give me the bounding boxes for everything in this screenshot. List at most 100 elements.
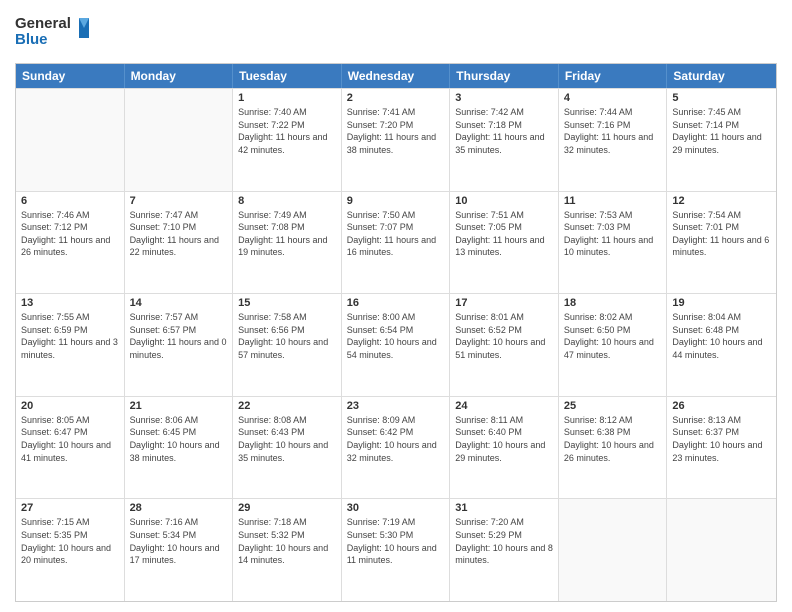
calendar-cell — [667, 499, 776, 601]
page: General Blue SundayMondayTuesdayWednesda… — [0, 0, 792, 612]
day-info: Sunrise: 8:11 AM Sunset: 6:40 PM Dayligh… — [455, 414, 553, 464]
calendar-cell: 20Sunrise: 8:05 AM Sunset: 6:47 PM Dayli… — [16, 397, 125, 499]
day-info: Sunrise: 8:12 AM Sunset: 6:38 PM Dayligh… — [564, 414, 662, 464]
calendar-cell: 19Sunrise: 8:04 AM Sunset: 6:48 PM Dayli… — [667, 294, 776, 396]
calendar-cell: 30 Sunrise: 7:19 AM Sunset: 5:30 PM Dayli… — [342, 499, 451, 601]
weekday-header: Wednesday — [342, 64, 451, 88]
day-number: 10 — [455, 195, 553, 207]
day-number: 7 — [130, 195, 228, 207]
header: General Blue — [15, 10, 777, 55]
calendar-cell: 26Sunrise: 8:13 AM Sunset: 6:37 PM Dayli… — [667, 397, 776, 499]
calendar-cell: 6Sunrise: 7:46 AM Sunset: 7:12 PM Daylig… — [16, 192, 125, 294]
calendar-row: 6Sunrise: 7:46 AM Sunset: 7:12 PM Daylig… — [16, 191, 776, 294]
day-info: Sunrise: 8:06 AM Sunset: 6:45 PM Dayligh… — [130, 414, 228, 464]
day-number: 17 — [455, 297, 553, 309]
day-number: 24 — [455, 400, 553, 412]
calendar-cell: 29 Sunrise: 7:18 AM Sunset: 5:32 PM Dayli… — [233, 499, 342, 601]
day-info: Sunrise: 7:42 AM Sunset: 7:18 PM Dayligh… — [455, 106, 553, 156]
day-number: 21 — [130, 400, 228, 412]
calendar-cell — [559, 499, 668, 601]
day-number: 25 — [564, 400, 662, 412]
calendar-row: 20Sunrise: 8:05 AM Sunset: 6:47 PM Dayli… — [16, 396, 776, 499]
day-number: 16 — [347, 297, 445, 309]
svg-text:General: General — [15, 15, 71, 32]
day-info: Sunrise: 7:45 AM Sunset: 7:14 PM Dayligh… — [672, 106, 771, 156]
day-info: Sunrise: 7:16 AM Sunset: 5:34 PM Dayligh… — [130, 516, 228, 566]
calendar-cell: 18 Sunrise: 8:02 AM Sunset: 6:50 PM Dayli… — [559, 294, 668, 396]
calendar-cell: 12 Sunrise: 7:54 AM Sunset: 7:01 PM Dayli… — [667, 192, 776, 294]
svg-text:Blue: Blue — [15, 31, 48, 48]
day-number: 6 — [21, 195, 119, 207]
day-number: 29 — [238, 502, 336, 514]
calendar-cell: 28 Sunrise: 7:16 AM Sunset: 5:34 PM Dayli… — [125, 499, 234, 601]
day-info: Sunrise: 7:54 AM Sunset: 7:01 PM Dayligh… — [672, 209, 771, 259]
calendar-cell: 21 Sunrise: 8:06 AM Sunset: 6:45 PM Dayli… — [125, 397, 234, 499]
calendar-cell: 24 Sunrise: 8:11 AM Sunset: 6:40 PM Dayli… — [450, 397, 559, 499]
day-info: Sunrise: 7:49 AM Sunset: 7:08 PM Dayligh… — [238, 209, 336, 259]
calendar-cell: 31 Sunrise: 7:20 AM Sunset: 5:29 PM Dayli… — [450, 499, 559, 601]
day-info: Sunrise: 8:01 AM Sunset: 6:52 PM Dayligh… — [455, 311, 553, 361]
day-number: 23 — [347, 400, 445, 412]
weekday-header: Sunday — [16, 64, 125, 88]
calendar-cell: 3 Sunrise: 7:42 AM Sunset: 7:18 PM Daylig… — [450, 89, 559, 191]
day-number: 4 — [564, 92, 662, 104]
calendar-body: 1Sunrise: 7:40 AM Sunset: 7:22 PM Daylig… — [16, 88, 776, 601]
day-number: 13 — [21, 297, 119, 309]
weekday-header: Tuesday — [233, 64, 342, 88]
calendar-cell: 15 Sunrise: 7:58 AM Sunset: 6:56 PM Dayli… — [233, 294, 342, 396]
day-info: Sunrise: 7:51 AM Sunset: 7:05 PM Dayligh… — [455, 209, 553, 259]
calendar-header: SundayMondayTuesdayWednesdayThursdayFrid… — [16, 64, 776, 88]
calendar-row: 27 Sunrise: 7:15 AM Sunset: 5:35 PM Dayli… — [16, 498, 776, 601]
calendar-cell: 22Sunrise: 8:08 AM Sunset: 6:43 PM Dayli… — [233, 397, 342, 499]
day-info: Sunrise: 7:44 AM Sunset: 7:16 PM Dayligh… — [564, 106, 662, 156]
day-info: Sunrise: 7:15 AM Sunset: 5:35 PM Dayligh… — [21, 516, 119, 566]
day-info: Sunrise: 7:57 AM Sunset: 6:57 PM Dayligh… — [130, 311, 228, 361]
day-number: 30 — [347, 502, 445, 514]
day-info: Sunrise: 7:47 AM Sunset: 7:10 PM Dayligh… — [130, 209, 228, 259]
day-number: 12 — [672, 195, 771, 207]
day-number: 2 — [347, 92, 445, 104]
logo: General Blue — [15, 10, 95, 55]
weekday-header: Friday — [559, 64, 668, 88]
day-number: 31 — [455, 502, 553, 514]
day-number: 9 — [347, 195, 445, 207]
calendar-cell: 23 Sunrise: 8:09 AM Sunset: 6:42 PM Dayli… — [342, 397, 451, 499]
day-info: Sunrise: 8:08 AM Sunset: 6:43 PM Dayligh… — [238, 414, 336, 464]
calendar: SundayMondayTuesdayWednesdayThursdayFrid… — [15, 63, 777, 602]
calendar-cell: 27 Sunrise: 7:15 AM Sunset: 5:35 PM Dayli… — [16, 499, 125, 601]
day-number: 8 — [238, 195, 336, 207]
calendar-cell: 8 Sunrise: 7:49 AM Sunset: 7:08 PM Daylig… — [233, 192, 342, 294]
calendar-cell: 17 Sunrise: 8:01 AM Sunset: 6:52 PM Dayli… — [450, 294, 559, 396]
calendar-cell: 13Sunrise: 7:55 AM Sunset: 6:59 PM Dayli… — [16, 294, 125, 396]
calendar-cell: 10 Sunrise: 7:51 AM Sunset: 7:05 PM Dayli… — [450, 192, 559, 294]
calendar-cell — [125, 89, 234, 191]
day-info: Sunrise: 8:09 AM Sunset: 6:42 PM Dayligh… — [347, 414, 445, 464]
calendar-cell: 5Sunrise: 7:45 AM Sunset: 7:14 PM Daylig… — [667, 89, 776, 191]
day-info: Sunrise: 7:18 AM Sunset: 5:32 PM Dayligh… — [238, 516, 336, 566]
day-info: Sunrise: 7:58 AM Sunset: 6:56 PM Dayligh… — [238, 311, 336, 361]
weekday-header: Thursday — [450, 64, 559, 88]
calendar-cell: 1Sunrise: 7:40 AM Sunset: 7:22 PM Daylig… — [233, 89, 342, 191]
day-info: Sunrise: 8:04 AM Sunset: 6:48 PM Dayligh… — [672, 311, 771, 361]
calendar-cell: 2Sunrise: 7:41 AM Sunset: 7:20 PM Daylig… — [342, 89, 451, 191]
day-number: 20 — [21, 400, 119, 412]
day-number: 15 — [238, 297, 336, 309]
calendar-cell: 7 Sunrise: 7:47 AM Sunset: 7:10 PM Daylig… — [125, 192, 234, 294]
day-number: 3 — [455, 92, 553, 104]
day-number: 28 — [130, 502, 228, 514]
day-info: Sunrise: 7:50 AM Sunset: 7:07 PM Dayligh… — [347, 209, 445, 259]
day-number: 18 — [564, 297, 662, 309]
day-info: Sunrise: 8:00 AM Sunset: 6:54 PM Dayligh… — [347, 311, 445, 361]
calendar-row: 13Sunrise: 7:55 AM Sunset: 6:59 PM Dayli… — [16, 293, 776, 396]
calendar-cell: 14Sunrise: 7:57 AM Sunset: 6:57 PM Dayli… — [125, 294, 234, 396]
day-info: Sunrise: 7:19 AM Sunset: 5:30 PM Dayligh… — [347, 516, 445, 566]
calendar-row: 1Sunrise: 7:40 AM Sunset: 7:22 PM Daylig… — [16, 88, 776, 191]
calendar-cell: 4 Sunrise: 7:44 AM Sunset: 7:16 PM Daylig… — [559, 89, 668, 191]
day-info: Sunrise: 8:02 AM Sunset: 6:50 PM Dayligh… — [564, 311, 662, 361]
calendar-cell — [16, 89, 125, 191]
weekday-header: Monday — [125, 64, 234, 88]
day-info: Sunrise: 7:20 AM Sunset: 5:29 PM Dayligh… — [455, 516, 553, 566]
day-info: Sunrise: 7:53 AM Sunset: 7:03 PM Dayligh… — [564, 209, 662, 259]
day-number: 27 — [21, 502, 119, 514]
day-info: Sunrise: 7:40 AM Sunset: 7:22 PM Dayligh… — [238, 106, 336, 156]
